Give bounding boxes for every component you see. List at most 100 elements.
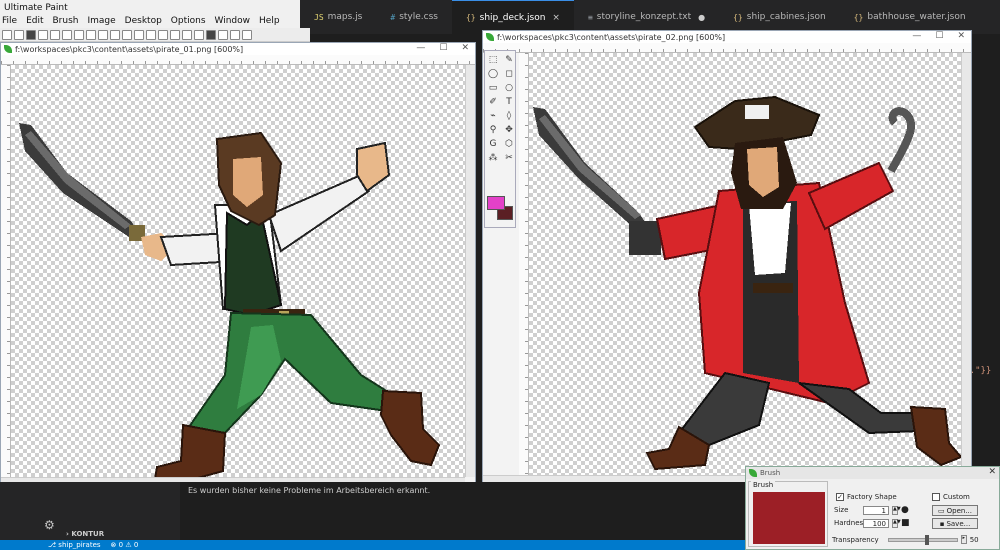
image-window-pirate-02[interactable]: f:\workspaces\pkc3\content\assets\pirate…: [482, 30, 972, 486]
text-file-icon: ≡: [587, 12, 593, 22]
maximize-icon[interactable]: ☐: [935, 31, 943, 41]
save-button[interactable]: ▪ Save...: [932, 518, 978, 529]
menu-file[interactable]: File: [2, 16, 17, 28]
select-tool-icon[interactable]: ⬚: [486, 54, 500, 66]
hardness-stepper[interactable]: ▲▼: [892, 518, 901, 528]
filter-icon[interactable]: [206, 29, 216, 40]
transparency-slider-thumb[interactable]: [924, 534, 929, 545]
size-stepper[interactable]: ▲▼: [892, 505, 901, 515]
close-icon[interactable]: ✕: [957, 31, 965, 41]
square-shape-icon[interactable]: ■: [901, 518, 910, 528]
dialog-titlebar[interactable]: Brush ✕: [746, 467, 999, 479]
zoom-tool-icon[interactable]: ⚲: [486, 124, 500, 136]
git-branch[interactable]: ⎇ ship_pirates: [48, 541, 101, 549]
polygon-tool-icon[interactable]: ◊: [502, 110, 516, 122]
color-icon[interactable]: [182, 29, 192, 40]
image-canvas[interactable]: [529, 53, 961, 475]
tab-ship-deck-json[interactable]: {} ship_deck.json ×: [451, 0, 574, 34]
factory-shape-checkbox[interactable]: ✓: [836, 493, 844, 501]
menu-desktop[interactable]: Desktop: [125, 16, 162, 28]
menu-image[interactable]: Image: [87, 16, 115, 28]
resize-icon[interactable]: [158, 29, 168, 40]
close-icon[interactable]: ✕: [461, 43, 469, 53]
image-window-pirate-01[interactable]: f:\workspaces\pkc3\content\assets\pirate…: [0, 42, 476, 488]
json-file-icon: {}: [853, 12, 864, 22]
menu-help[interactable]: Help: [259, 16, 280, 28]
custom-option[interactable]: Custom: [932, 493, 970, 501]
tab-bathhouse-json[interactable]: {} bathhouse_water.json: [840, 0, 980, 34]
tab-label: ship_deck.json: [479, 12, 546, 23]
size-input[interactable]: 1: [863, 505, 889, 515]
minimize-icon[interactable]: —: [912, 31, 921, 41]
transparency-stepper[interactable]: ▸: [960, 535, 967, 544]
settings-icon[interactable]: [218, 29, 228, 40]
vertical-scrollbar[interactable]: [465, 65, 475, 477]
text-tool-icon[interactable]: T: [502, 96, 516, 108]
hardness-input[interactable]: 100: [863, 518, 889, 528]
help-icon[interactable]: [242, 29, 252, 40]
spray-tool-icon[interactable]: ⁂: [486, 152, 500, 164]
flip-icon[interactable]: [146, 29, 156, 40]
outline-section-header[interactable]: › KONTUR: [66, 530, 104, 538]
print-icon[interactable]: [38, 29, 48, 40]
vertical-scrollbar[interactable]: [961, 53, 971, 475]
save-icon[interactable]: [26, 29, 36, 40]
transparency-slider[interactable]: [887, 534, 958, 545]
tab-style-css[interactable]: # style.css: [376, 0, 452, 34]
menu-window[interactable]: Window: [215, 16, 251, 28]
grid-icon[interactable]: [122, 29, 132, 40]
gradient-tool-icon[interactable]: G: [486, 138, 500, 150]
maximize-icon[interactable]: ☐: [439, 43, 447, 53]
open-button[interactable]: ▭ Open...: [932, 505, 978, 516]
problems-counter[interactable]: ⊗ 0 ⚠ 0: [111, 541, 139, 549]
tab-label: style.css: [399, 12, 438, 22]
info-icon[interactable]: [230, 29, 240, 40]
unsaved-dot-icon[interactable]: ●: [698, 13, 705, 22]
line-tool-icon[interactable]: ⌁: [486, 110, 500, 122]
menu-brush[interactable]: Brush: [53, 16, 79, 28]
image-canvas[interactable]: [11, 65, 465, 477]
fill-rect-icon[interactable]: ▭: [486, 82, 500, 94]
window-titlebar[interactable]: f:\workspaces\pkc3\content\assets\pirate…: [483, 31, 971, 43]
primary-color-swatch[interactable]: [487, 196, 505, 210]
undo-icon[interactable]: [86, 29, 96, 40]
paste-icon[interactable]: [74, 29, 84, 40]
brush-tool-icon[interactable]: ✐: [486, 96, 500, 108]
layers-icon[interactable]: [194, 29, 204, 40]
tab-ship-cabines-json[interactable]: {} ship_cabines.json: [719, 0, 840, 34]
cut-tool-icon[interactable]: ✂: [502, 152, 516, 164]
copy-icon[interactable]: [62, 29, 72, 40]
gear-icon[interactable]: ⚙: [44, 518, 55, 532]
crop-icon[interactable]: [170, 29, 180, 40]
round-shape-icon[interactable]: ●: [901, 505, 909, 515]
cut-icon[interactable]: [50, 29, 60, 40]
custom-checkbox[interactable]: [932, 493, 940, 501]
new-icon[interactable]: [2, 29, 12, 40]
ellipse-select-icon[interactable]: ◯: [486, 68, 500, 80]
minimize-icon[interactable]: —: [416, 43, 425, 53]
tab-label: maps.js: [327, 12, 363, 22]
move-tool-icon[interactable]: ✥: [502, 124, 516, 136]
rect-tool-icon[interactable]: ◻: [502, 68, 516, 80]
menu-options[interactable]: Options: [171, 16, 206, 28]
zoom-icon[interactable]: [110, 29, 120, 40]
redo-icon[interactable]: [98, 29, 108, 40]
close-icon[interactable]: ×: [552, 13, 560, 23]
factory-shape-option[interactable]: ✓ Factory Shape: [836, 493, 897, 501]
tab-storyline-txt[interactable]: ≡ storyline_konzept.txt ●: [574, 0, 719, 34]
menu-edit[interactable]: Edit: [26, 16, 43, 28]
window-title: f:\workspaces\pkc3\content\assets\pirate…: [15, 44, 244, 54]
problems-panel: Es wurden bisher keine Probleme im Arbei…: [180, 482, 745, 542]
hardness-label: Hardness: [834, 519, 867, 527]
tab-maps-js[interactable]: JS maps.js: [300, 0, 376, 34]
circle-tool-icon[interactable]: ○: [502, 82, 516, 94]
brush-dialog: Brush ✕ Brush ✓ Factory Shape Custom Siz…: [745, 466, 1000, 550]
pirate-01-sprite: [19, 123, 441, 477]
shape-tool-icon[interactable]: ⬡: [502, 138, 516, 150]
close-icon[interactable]: ✕: [988, 467, 996, 477]
rotate-icon[interactable]: [134, 29, 144, 40]
pencil-tool-icon[interactable]: ✎: [502, 54, 516, 66]
group-label: Brush: [751, 481, 776, 489]
window-titlebar[interactable]: f:\workspaces\pkc3\content\assets\pirate…: [1, 43, 475, 55]
open-icon[interactable]: [14, 29, 24, 40]
